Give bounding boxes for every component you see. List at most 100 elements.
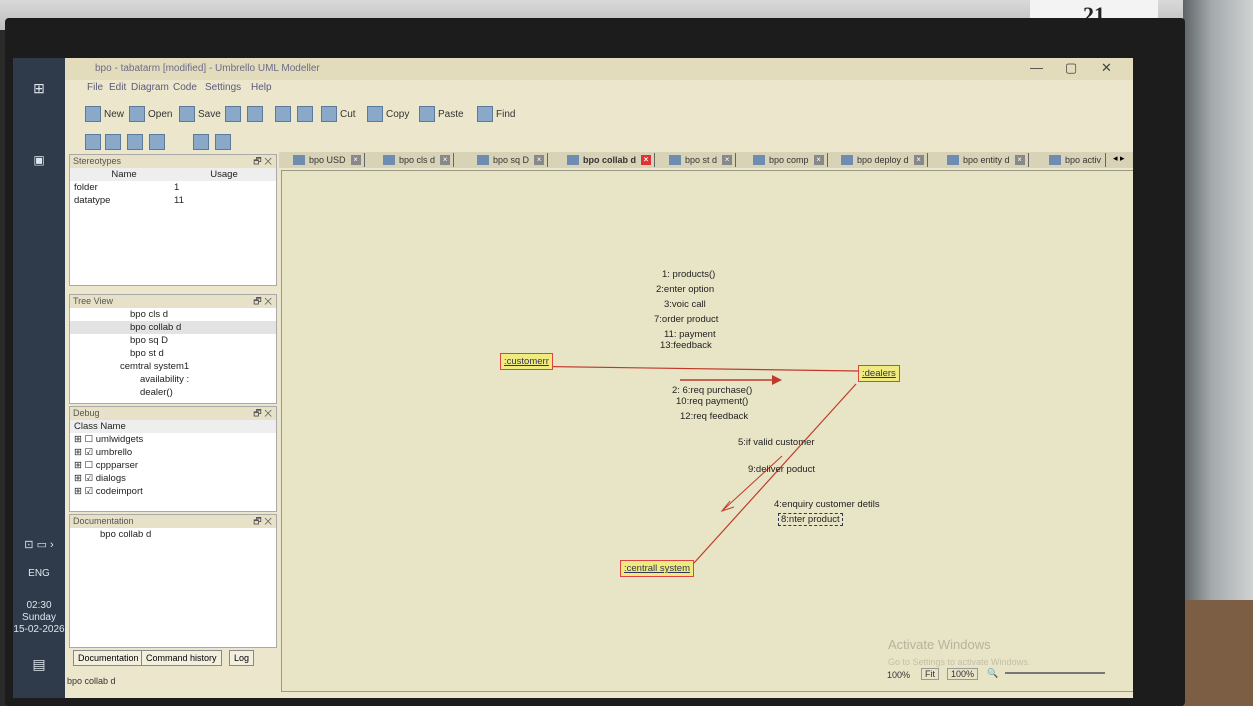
clock-day[interactable]: Sunday [13, 612, 65, 623]
tab-close-icon[interactable]: × [1014, 155, 1025, 165]
minimize-button[interactable]: — [1030, 60, 1043, 75]
tab-documentation[interactable]: Documentation [73, 650, 144, 666]
message-label[interactable]: 12:req feedback [680, 411, 748, 422]
checkbox[interactable]: ⊞ ☑ [74, 473, 96, 484]
message-label[interactable]: 5:if valid customer [738, 437, 815, 448]
message-label[interactable]: 11: payment [664, 329, 716, 340]
tray-icons[interactable]: ⊡ ▭ › [13, 538, 65, 551]
debug-item[interactable]: ⊞ ☑ dialogs [70, 472, 276, 485]
tab-close-icon[interactable]: × [440, 155, 451, 165]
table-row[interactable]: datatype 11 [70, 194, 276, 207]
tree-item[interactable]: dealer() [70, 386, 276, 399]
menu-diagram[interactable]: Diagram [131, 82, 169, 93]
open-button[interactable]: Open [129, 106, 172, 122]
undo-button[interactable] [275, 106, 291, 122]
message-label[interactable]: 2: 6:req purchase() [672, 385, 752, 396]
debug-item[interactable]: ⊞ ☑ umbrello [70, 446, 276, 459]
new-button[interactable]: New [85, 106, 124, 122]
task-view-icon[interactable]: ▣ [13, 153, 65, 167]
language-indicator[interactable]: ENG [13, 568, 65, 579]
message-label[interactable]: 1: products() [662, 269, 715, 280]
tab-close-icon[interactable]: × [913, 155, 924, 165]
find-button[interactable]: Find [477, 106, 515, 122]
documentation-field[interactable]: bpo collab d [70, 528, 276, 541]
message-label[interactable]: 13:feedback [660, 340, 712, 351]
zoom-out-icon[interactable]: 🔍 [987, 668, 998, 679]
dock-close-icon[interactable]: 🗗 ✕ [253, 515, 272, 528]
column-name[interactable]: Name [74, 168, 174, 181]
link-customer-dealers[interactable] [509, 365, 859, 372]
message-label[interactable]: 10:req payment() [676, 396, 748, 407]
copy-button[interactable]: Copy [367, 106, 409, 122]
message-label-selected[interactable]: 8:nter product [778, 513, 843, 526]
tab-bpo-cls-d[interactable]: bpo cls d × [379, 153, 455, 167]
dock-close-icon[interactable]: 🗗 ✕ [253, 407, 272, 420]
tab-close-icon[interactable]: × [722, 155, 733, 165]
object-dealers[interactable]: :dealers [858, 365, 900, 382]
tab-close-icon[interactable]: × [534, 155, 545, 165]
dock-close-icon[interactable]: 🗗 ✕ [253, 155, 272, 168]
tab-close-icon[interactable]: × [641, 155, 651, 165]
zoom-field[interactable]: 100% [947, 668, 979, 680]
debug-item[interactable]: ⊞ ☑ codeimport [70, 485, 276, 498]
select-tool-icon[interactable] [85, 134, 101, 150]
tab-bpo-st-d[interactable]: bpo st d × [665, 153, 737, 167]
zoom-slider[interactable] [1005, 672, 1105, 674]
message-label[interactable]: 7:order product [654, 314, 718, 325]
windows-start-icon[interactable]: ⊞ [13, 80, 65, 97]
object-customer[interactable]: :customerr [500, 353, 553, 370]
tab-bpo-sq-d[interactable]: bpo sq D × [473, 153, 549, 167]
diagram-canvas[interactable]: :customerr :dealers :centrall system 1: … [281, 170, 1133, 692]
tab-bpo-collab-d[interactable]: bpo collab d × [563, 153, 655, 167]
tree-item[interactable]: bpo collab d [70, 321, 276, 334]
anchor-tool-icon[interactable] [215, 134, 231, 150]
message-label[interactable]: 2:enter option [656, 284, 714, 295]
tab-bpo-activ[interactable]: bpo activ [1045, 153, 1107, 167]
clock-date[interactable]: 15-02-2026 [13, 624, 65, 635]
checkbox[interactable]: ⊞ ☑ [74, 447, 96, 458]
tab-bpo-usd[interactable]: bpo USD × [289, 153, 365, 167]
note-tool-icon[interactable] [149, 134, 165, 150]
save-button[interactable]: Save [179, 106, 221, 122]
tab-bpo-comp[interactable]: bpo comp × [749, 153, 828, 167]
tab-log[interactable]: Log [229, 650, 255, 666]
redo-button[interactable] [297, 106, 313, 122]
tree-item[interactable]: bpo cls d [70, 308, 276, 321]
debug-column-header[interactable]: Class Name [70, 420, 276, 433]
message-label[interactable]: 3:voic call [664, 299, 706, 310]
message-label[interactable]: 4:enquiry customer detils [774, 499, 880, 510]
checkbox[interactable]: ⊞ ☐ [74, 460, 96, 471]
clock-time[interactable]: 02:30 [13, 600, 65, 611]
tab-scroll-arrows[interactable]: ◂ ▸ [1113, 153, 1125, 164]
column-usage[interactable]: Usage [174, 168, 274, 181]
tree-item[interactable]: availability : [70, 373, 276, 386]
tree-item[interactable]: cemtral system1 [70, 360, 276, 373]
message-tool-icon[interactable] [127, 134, 143, 150]
dock-close-icon[interactable]: 🗗 ✕ [253, 295, 272, 308]
menu-help[interactable]: Help [251, 82, 272, 93]
tree-item[interactable]: bpo sq D [70, 334, 276, 347]
tab-command-history[interactable]: Command history [141, 650, 222, 666]
text-tool-icon[interactable] [193, 134, 209, 150]
debug-item[interactable]: ⊞ ☐ umlwidgets [70, 433, 276, 446]
delete-button[interactable] [247, 106, 263, 122]
menu-file[interactable]: File [87, 82, 103, 93]
print-button[interactable] [225, 106, 241, 122]
menu-code[interactable]: Code [173, 82, 197, 93]
tab-close-icon[interactable]: × [813, 155, 824, 165]
table-row[interactable]: folder 1 [70, 181, 276, 194]
menu-edit[interactable]: Edit [109, 82, 126, 93]
debug-item[interactable]: ⊞ ☐ cppparser [70, 459, 276, 472]
paste-button[interactable]: Paste [419, 106, 464, 122]
message-label[interactable]: 9:deliver poduct [748, 464, 815, 475]
maximize-button[interactable]: ▢ [1065, 60, 1077, 76]
tree-item[interactable]: bpo st d [70, 347, 276, 360]
tab-bpo-deploy-d[interactable]: bpo deploy d × [837, 153, 928, 167]
checkbox[interactable]: ⊞ ☐ [74, 434, 96, 445]
object-central-system[interactable]: :centrall system [620, 560, 694, 577]
cut-button[interactable]: Cut [321, 106, 356, 122]
notification-icon[interactable]: ▤ [13, 656, 65, 673]
object-tool-icon[interactable] [105, 134, 121, 150]
tab-close-icon[interactable]: × [350, 155, 361, 165]
checkbox[interactable]: ⊞ ☑ [74, 486, 96, 497]
